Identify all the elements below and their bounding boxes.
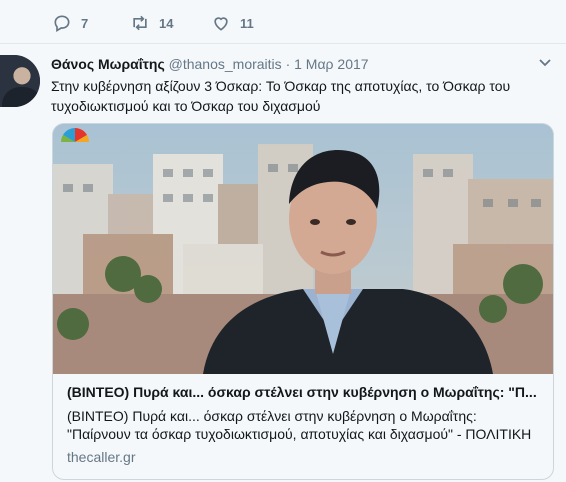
separator: ·: [285, 56, 291, 72]
tweet-actions-bar: 7 14 11: [0, 0, 566, 44]
retweet-icon: [133, 15, 147, 31]
reply-icon: [54, 15, 70, 32]
avatar[interactable]: [0, 55, 40, 107]
like-button[interactable]: 11: [211, 13, 254, 33]
like-count: 11: [240, 15, 254, 31]
tweet-header: Θάνος Μωραΐτης @thanos_moraitis · 1 Μαρ …: [51, 56, 369, 72]
reply-count: 7: [81, 15, 89, 31]
reply-button[interactable]: 7: [52, 13, 88, 33]
tweet[interactable]: Θάνος Μωραΐτης @thanos_moraitis · 1 Μαρ …: [0, 44, 566, 482]
tweet-text: Στην κυβέρνηση αξίζουν 3 Όσκαρ: Το Όσκαρ…: [51, 78, 511, 114]
retweet-count: 14: [159, 15, 174, 31]
heart-icon: [214, 17, 228, 31]
card-image-graphic: [53, 124, 553, 374]
link-card[interactable]: (ΒΙΝΤΕΟ) Πυρά και... όσκαρ στέλνει στην …: [52, 123, 554, 480]
card-image[interactable]: [53, 124, 553, 374]
card-title[interactable]: (ΒΙΝΤΕΟ) Πυρά και... όσκαρ στέλνει στην …: [67, 384, 539, 400]
retweet-button[interactable]: 14: [130, 13, 173, 33]
chevron-down-icon[interactable]: [538, 58, 552, 68]
card-domain: thecaller.gr: [67, 449, 136, 465]
tweet-date[interactable]: 1 Μαρ 2017: [294, 56, 368, 72]
author-name[interactable]: Θάνος Μωραΐτης: [51, 56, 165, 72]
card-info[interactable]: (ΒΙΝΤΕΟ) Πυρά και... όσκαρ στέλνει στην …: [53, 374, 553, 479]
author-handle[interactable]: @thanos_moraitis: [169, 56, 282, 72]
card-description: (ΒΙΝΤΕΟ) Πυρά και... όσκαρ στέλνει στην …: [67, 408, 532, 442]
